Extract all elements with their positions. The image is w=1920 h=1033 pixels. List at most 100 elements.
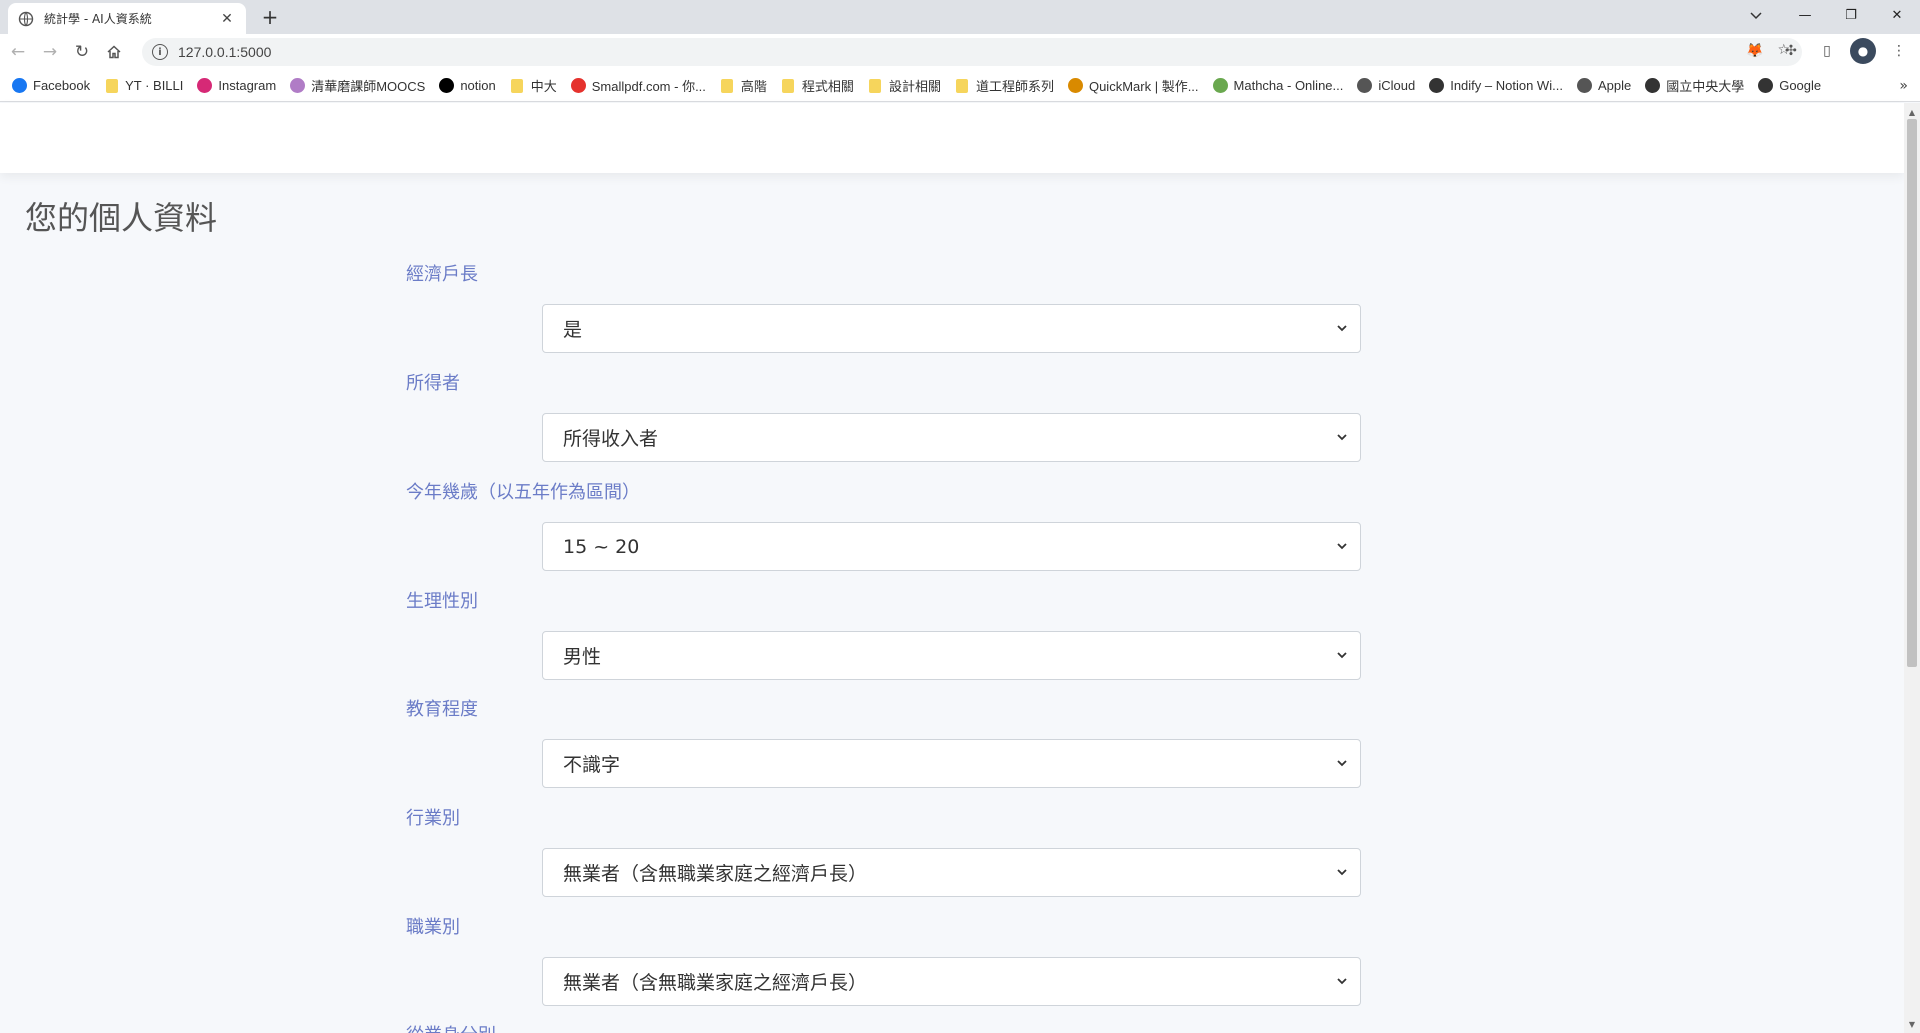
- side-panel-icon[interactable]: ▯: [1814, 38, 1840, 64]
- page-title: 您的個人資料: [25, 199, 218, 237]
- field-label-income-earner: 所得者: [406, 373, 460, 394]
- page-scrollbar[interactable]: ▲ ▼: [1904, 103, 1920, 1033]
- restore-icon[interactable]: ❐: [1828, 0, 1874, 30]
- bookmark-item[interactable]: Smallpdf.com - 你...: [570, 76, 706, 95]
- bookmarks-bar: Facebook YT · BILLI Instagram 清華磨課師MOOCS not…: [0, 70, 1920, 102]
- field-label-occupation: 職業別: [406, 917, 460, 938]
- bookmark-label: 道工程師系列: [975, 79, 1054, 94]
- url-text: 127.0.0.1:5000: [178, 44, 272, 60]
- field-label-sex: 生理性別: [406, 591, 478, 612]
- minimize-icon[interactable]: —: [1782, 0, 1828, 30]
- tab-search-chevron-icon[interactable]: [1742, 4, 1770, 28]
- bookmark-item[interactable]: Google: [1758, 78, 1821, 93]
- folder-icon: [104, 78, 119, 93]
- browser-toolbar: ← → ↻ i 127.0.0.1:5000 ⇪ ☆ 🦊 ✣ ▯ ● ⋮: [0, 34, 1920, 70]
- bookmark-label: Mathcha - Online...: [1233, 78, 1344, 93]
- bookmark-item[interactable]: 清華磨課師MOOCS: [290, 76, 425, 95]
- bookmark-item[interactable]: notion: [439, 78, 496, 93]
- forward-arrow-icon[interactable]: →: [36, 38, 64, 66]
- select-value: 男性: [563, 646, 602, 668]
- bookmark-item[interactable]: Mathcha - Online...: [1212, 78, 1344, 93]
- scroll-up-arrow-icon[interactable]: ▲: [1904, 105, 1920, 119]
- extensions-puzzle-icon[interactable]: ✣: [1778, 38, 1804, 64]
- income-earner-select[interactable]: 所得收入者: [542, 413, 1361, 462]
- bookmark-item[interactable]: QuickMark | 製作...: [1067, 76, 1199, 95]
- bookmark-item[interactable]: Apple: [1576, 78, 1632, 93]
- bookmark-label: 設計相關: [888, 79, 941, 94]
- bookmark-item[interactable]: Indify – Notion Wi...: [1429, 78, 1563, 93]
- bookmark-item[interactable]: 高階: [720, 76, 767, 95]
- bookmark-item[interactable]: YT · BILLI: [104, 78, 183, 93]
- bookmark-label: Apple: [1597, 78, 1632, 93]
- address-bar[interactable]: i 127.0.0.1:5000 ⇪ ☆: [142, 38, 1802, 66]
- smallpdf-icon: [570, 78, 586, 93]
- window-controls: — ❐ ✕: [1782, 0, 1920, 30]
- occupation-select[interactable]: 無業者（含無職業家庭之經濟戶長）: [542, 957, 1361, 1006]
- scroll-thumb[interactable]: [1907, 119, 1917, 667]
- close-window-icon[interactable]: ✕: [1874, 0, 1920, 30]
- education-select[interactable]: 不識字: [542, 739, 1361, 788]
- home-icon[interactable]: [100, 38, 128, 66]
- tab-strip: 統計學 - AI人資系統 ✕ + — ❐ ✕: [0, 0, 1920, 34]
- bookmark-item[interactable]: 設計相關: [868, 76, 941, 95]
- profile-form: 您的個人資料 經濟戶長 是 所得者 所得收入者 今年幾歲（以五年作為區間） 15…: [0, 173, 1904, 1033]
- bookmark-item[interactable]: iCloud: [1357, 78, 1415, 93]
- bookmark-label: Facebook: [33, 78, 91, 93]
- select-value: 所得收入者: [563, 428, 659, 450]
- bookmark-item[interactable]: 國立中央大學: [1645, 76, 1744, 95]
- bookmark-label: 國立中央大學: [1666, 79, 1745, 94]
- moocs-icon: [290, 78, 306, 93]
- scroll-down-arrow-icon[interactable]: ▼: [1904, 1017, 1920, 1031]
- bookmark-label: Smallpdf.com - 你...: [591, 79, 706, 94]
- apple-icon: [1576, 78, 1592, 93]
- mathcha-icon: [1212, 78, 1228, 93]
- bookmark-label: YT · BILLI: [125, 78, 184, 93]
- industry-select[interactable]: 無業者（含無職業家庭之經濟戶長）: [542, 848, 1361, 897]
- indify-icon: [1429, 78, 1445, 93]
- bookmarks-overflow-chevron-icon[interactable]: »: [1899, 78, 1908, 94]
- select-value: 是: [563, 319, 583, 341]
- chevron-down-icon: [1334, 647, 1350, 663]
- tab-title: 統計學 - AI人資系統: [44, 12, 152, 26]
- bookmark-item[interactable]: Facebook: [12, 78, 90, 93]
- reload-icon[interactable]: ↻: [68, 38, 96, 66]
- chevron-down-icon: [1334, 538, 1350, 554]
- sex-select[interactable]: 男性: [542, 631, 1361, 680]
- notion-icon: [439, 78, 455, 93]
- select-value: 15 ~ 20: [563, 535, 640, 558]
- page-navbar: [0, 103, 1904, 173]
- field-label-education: 教育程度: [406, 699, 478, 720]
- new-tab-button[interactable]: +: [258, 5, 282, 29]
- close-tab-icon[interactable]: ✕: [218, 10, 236, 28]
- chevron-down-icon: [1334, 973, 1350, 989]
- field-label-employment-status: 從業身分別: [406, 1021, 496, 1033]
- select-value: 無業者（含無職業家庭之經濟戶長）: [563, 972, 868, 994]
- profile-avatar-icon[interactable]: ●: [1850, 38, 1876, 64]
- field-label-household-head: 經濟戶長: [406, 264, 478, 285]
- metamask-extension-icon[interactable]: 🦊: [1742, 38, 1768, 64]
- globe-icon: [1758, 78, 1774, 93]
- bookmark-item[interactable]: 程式相關: [781, 76, 854, 95]
- folder-icon: [510, 78, 525, 93]
- browser-tab[interactable]: 統計學 - AI人資系統 ✕: [8, 3, 246, 34]
- quickmark-icon: [1067, 78, 1083, 93]
- bookmark-label: 清華磨課師MOOCS: [311, 79, 426, 94]
- folder-icon: [720, 78, 735, 93]
- folder-icon: [955, 78, 970, 93]
- bookmark-item[interactable]: 中大: [510, 76, 557, 95]
- select-value: 無業者（含無職業家庭之經濟戶長）: [563, 863, 868, 885]
- instagram-icon: [197, 78, 213, 93]
- back-arrow-icon[interactable]: ←: [4, 38, 32, 66]
- bookmark-item[interactable]: Instagram: [197, 78, 276, 93]
- age-range-select[interactable]: 15 ~ 20: [542, 522, 1361, 571]
- site-info-icon[interactable]: i: [152, 44, 168, 60]
- apple-icon: [1357, 78, 1373, 93]
- household-head-select[interactable]: 是: [542, 304, 1361, 353]
- facebook-icon: [12, 78, 27, 93]
- folder-icon: [781, 78, 796, 93]
- bookmark-item[interactable]: 道工程師系列: [955, 76, 1054, 95]
- menu-kebab-icon[interactable]: ⋮: [1886, 38, 1912, 64]
- bookmark-label: Instagram: [218, 78, 277, 93]
- bookmark-label: 中大: [530, 79, 557, 94]
- bookmark-label: 程式相關: [801, 79, 854, 94]
